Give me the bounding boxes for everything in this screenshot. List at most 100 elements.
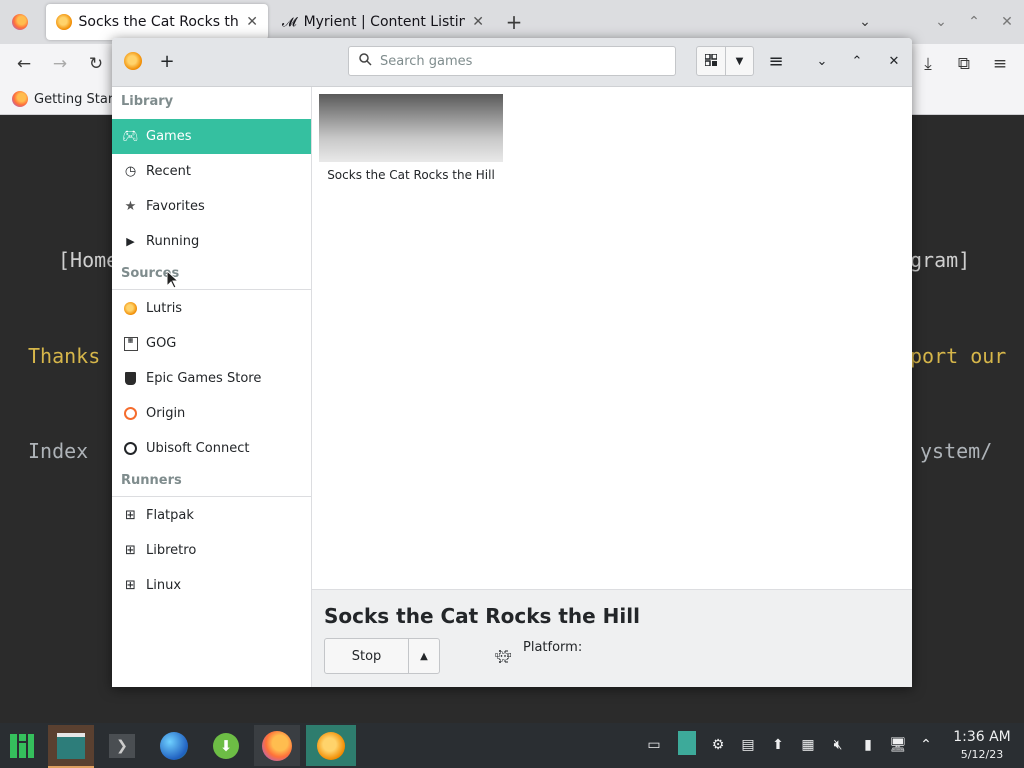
library-heading: Library (121, 94, 174, 109)
network-icon[interactable]: 🖥︎ (888, 735, 908, 755)
sidebar-item-games[interactable]: 🎮︎ Games (112, 119, 311, 154)
sidebar-item-label: GOG (146, 336, 177, 351)
volume-muted-icon[interactable]: 🔇︎ (828, 735, 848, 755)
clock-date[interactable]: 5/12/23 (944, 748, 1020, 761)
notice-text: port our (910, 344, 1007, 368)
runner-icon: ⊞ (125, 543, 136, 558)
runner-icon: ⊞ (125, 508, 136, 523)
add-game-button[interactable]: + (152, 46, 182, 76)
sidebar-item-flatpak[interactable]: ⊞ Flatpak (112, 498, 311, 533)
search-placeholder: Search games (380, 53, 473, 69)
maximize-button[interactable]: ⌃ (960, 8, 988, 36)
game-banner[interactable] (319, 94, 503, 162)
platform-icon: 👾︎ (495, 650, 512, 665)
divider (112, 496, 311, 497)
notice-text: Thanks (28, 344, 101, 368)
epic-icon (123, 371, 138, 386)
sidebar-item-label: Recent (146, 164, 191, 179)
taskbar-downloader[interactable]: ⬇ (206, 725, 246, 766)
search-field[interactable]: Search games (348, 46, 676, 76)
stop-button[interactable]: Stop (324, 638, 409, 674)
minimize-button[interactable]: ⌄ (927, 8, 955, 36)
list-tabs-button[interactable]: ⌄ (851, 8, 879, 36)
sidebar-item-favorites[interactable]: ★ Favorites (112, 189, 311, 224)
sidebar-item-linux[interactable]: ⊞ Linux (112, 568, 311, 603)
minimize-button[interactable]: ⌄ (808, 46, 836, 76)
show-desktop-icon[interactable]: ▭ (644, 735, 664, 755)
close-window-button[interactable]: ✕ (993, 8, 1021, 36)
game-card[interactable]: Socks the Cat Rocks the Hill (319, 94, 503, 182)
lutris-header-bar: + Search games ▼ ≡ ⌄ ⌃ ✕ (112, 38, 912, 87)
sidebar-item-epic-games-store[interactable]: Epic Games Store (112, 361, 311, 396)
taskbar-file-manager[interactable] (48, 725, 94, 768)
star-icon: ★ (124, 199, 137, 214)
tab-title: Socks the Cat Rocks the Hil (78, 14, 240, 30)
close-icon[interactable]: ✕ (472, 14, 484, 30)
firefox-icon (262, 730, 292, 761)
nav-link[interactable]: gram] (910, 248, 970, 272)
caret-down-icon: ▼ (735, 55, 744, 67)
sidebar-item-gog[interactable]: ▦ GOG (112, 326, 311, 361)
chevron-down-icon: ⌄ (816, 53, 828, 69)
close-icon[interactable]: ✕ (246, 14, 258, 30)
taskbar-firefox[interactable] (254, 725, 300, 766)
notes-icon[interactable]: ▦ (798, 735, 818, 755)
extensions-button[interactable]: ⧉ (950, 50, 978, 78)
close-button[interactable]: ✕ (880, 46, 908, 76)
taskbar-browser[interactable] (154, 725, 194, 766)
removable-device-icon[interactable]: ▮ (858, 735, 878, 755)
updates-icon[interactable]: ⬆ (768, 735, 788, 755)
firefox-icon (12, 14, 28, 30)
sidebar-item-label: Flatpak (146, 508, 194, 523)
back-button[interactable]: ← (10, 50, 38, 78)
menu-button[interactable]: ≡ (986, 50, 1014, 78)
manjaro-icon (10, 733, 34, 758)
sidebar-item-recent[interactable]: ◷ Recent (112, 154, 311, 189)
grid-view-button[interactable] (696, 46, 726, 76)
browser-tab[interactable]: 𝓜 Myrient | Content Listing ✕ (272, 4, 494, 40)
clipboard-icon[interactable]: ▤ (738, 735, 758, 755)
game-actions-button[interactable]: ▲ (408, 638, 440, 674)
view-options-dropdown[interactable]: ▼ (725, 46, 754, 76)
game-details-panel: Socks the Cat Rocks the Hill Stop ▲ 👾︎ P… (312, 589, 912, 687)
sidebar-item-ubisoft-connect[interactable]: Ubisoft Connect (112, 431, 311, 466)
sidebar-item-label: Ubisoft Connect (146, 441, 250, 456)
bookmark-item[interactable]: Getting Start (12, 91, 118, 107)
maximize-button[interactable]: ⌃ (843, 46, 871, 76)
application-launcher[interactable] (2, 725, 42, 766)
lutris-icon (317, 731, 345, 760)
sidebar-item-origin[interactable]: Origin (112, 396, 311, 431)
sidebar-item-lutris[interactable]: Lutris (112, 291, 311, 326)
ubisoft-icon (123, 441, 138, 456)
sidebar: Library 🎮︎ Games ◷ Recent ★ Favorites ▶ … (112, 87, 312, 687)
terminal-icon: ❯ (109, 733, 135, 758)
lutris-window: + Search games ▼ ≡ ⌄ ⌃ ✕ Library 🎮︎ Game… (112, 38, 912, 687)
show-hidden-icons-button[interactable]: ⌃ (916, 735, 936, 755)
sidebar-item-label: Origin (146, 406, 186, 421)
kde-connect-icon[interactable]: ⚙ (708, 735, 728, 755)
reload-button[interactable]: ↻ (82, 50, 110, 78)
firefox-view-button[interactable] (6, 8, 34, 36)
sidebar-item-running[interactable]: ▶ Running (112, 224, 311, 259)
myrient-favicon-icon: 𝓜 (282, 14, 297, 30)
taskbar-terminal[interactable]: ❯ (102, 725, 142, 766)
platform-label: Platform: (523, 640, 583, 655)
lutris-icon (123, 301, 138, 316)
new-tab-button[interactable]: + (500, 8, 528, 36)
lutris-menu-button[interactable] (118, 46, 148, 76)
selected-game-title: Socks the Cat Rocks the Hill (324, 604, 640, 628)
browser-tab[interactable]: Socks the Cat Rocks the Hil ✕ (46, 4, 268, 40)
taskbar-lutris[interactable] (306, 725, 356, 766)
clock-icon: ◷ (124, 164, 137, 179)
tab-title: Myrient | Content Listing (303, 14, 466, 30)
downloads-button[interactable]: ⤓ (914, 50, 942, 78)
index-heading: Index (28, 439, 89, 463)
forward-button[interactable]: → (46, 50, 74, 78)
bookmark-label: Getting Start (34, 91, 119, 107)
sidebar-item-libretro[interactable]: ⊞ Libretro (112, 533, 311, 568)
hamburger-menu-button[interactable]: ≡ (762, 46, 790, 76)
clock-time[interactable]: 1:36 AM (944, 729, 1020, 745)
pager-icon[interactable] (678, 731, 696, 755)
sidebar-item-label: Running (146, 234, 200, 249)
nav-link[interactable]: [Home (58, 248, 118, 272)
